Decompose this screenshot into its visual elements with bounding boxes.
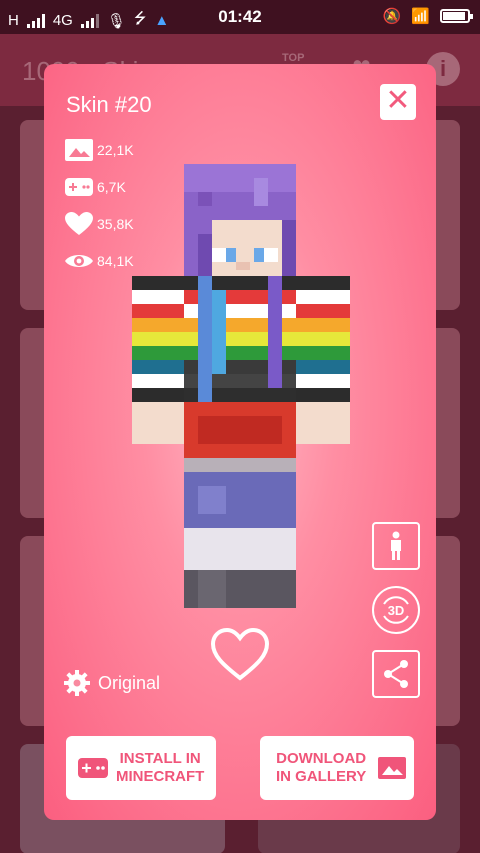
battery-icon bbox=[440, 9, 473, 23]
stat-images: 22,1K bbox=[64, 138, 134, 162]
eye-icon bbox=[64, 250, 94, 272]
gear-icon bbox=[64, 670, 90, 696]
stat-value: 22,1K bbox=[97, 142, 134, 158]
install-in-minecraft-button[interactable]: INSTALL IN MINECRAFT bbox=[66, 736, 216, 800]
status-bar: H 4G 🎙 ⭍ ▲ 01:42 🔕 📶 bbox=[0, 0, 480, 34]
download-line2: IN GALLERY bbox=[276, 768, 367, 785]
download-line1: DOWNLOAD bbox=[276, 750, 367, 767]
original-toggle[interactable]: Original bbox=[64, 670, 160, 696]
image-icon bbox=[378, 757, 407, 779]
share-button[interactable] bbox=[372, 650, 420, 698]
image-icon bbox=[64, 139, 94, 161]
person-view-icon bbox=[391, 531, 401, 560]
close-button[interactable]: ✕ bbox=[380, 84, 416, 120]
stat-installs: 6,7K bbox=[64, 175, 126, 199]
download-in-gallery-button[interactable]: DOWNLOAD IN GALLERY bbox=[260, 736, 414, 800]
stat-views: 84,1K bbox=[64, 249, 134, 273]
person-view-button[interactable] bbox=[372, 522, 420, 570]
skin-preview-image bbox=[132, 164, 350, 608]
install-line1: INSTALL IN bbox=[119, 750, 201, 767]
gamepad-icon bbox=[78, 758, 108, 778]
gamepad-icon bbox=[64, 176, 94, 198]
stat-value: 6,7K bbox=[97, 179, 126, 195]
stat-likes: 35,8K bbox=[64, 212, 134, 236]
like-heart-button[interactable] bbox=[210, 627, 270, 682]
wifi-icon: 📶 bbox=[411, 8, 430, 25]
original-label: Original bbox=[98, 672, 161, 693]
three-d-label: 3D bbox=[388, 603, 405, 618]
3d-rotate-icon: 3D bbox=[383, 596, 409, 624]
stat-value: 84,1K bbox=[97, 253, 134, 269]
install-line2: MINECRAFT bbox=[116, 768, 205, 785]
stat-value: 35,8K bbox=[97, 216, 134, 232]
mute-icon: 🔕 bbox=[382, 8, 402, 25]
skin-detail-dialog: Skin #20 ✕ 22,1K 6,7K 35,8K 84,1K 3D Ori… bbox=[44, 64, 436, 820]
close-icon: ✕ bbox=[385, 84, 411, 117]
heart-icon bbox=[64, 212, 94, 235]
top-label[interactable]: TOP bbox=[282, 52, 304, 64]
skin-title: Skin #20 bbox=[66, 92, 152, 117]
status-right: 🔕 📶 bbox=[382, 7, 473, 25]
rotate-3d-button[interactable]: 3D bbox=[372, 586, 420, 634]
share-icon bbox=[384, 660, 408, 688]
